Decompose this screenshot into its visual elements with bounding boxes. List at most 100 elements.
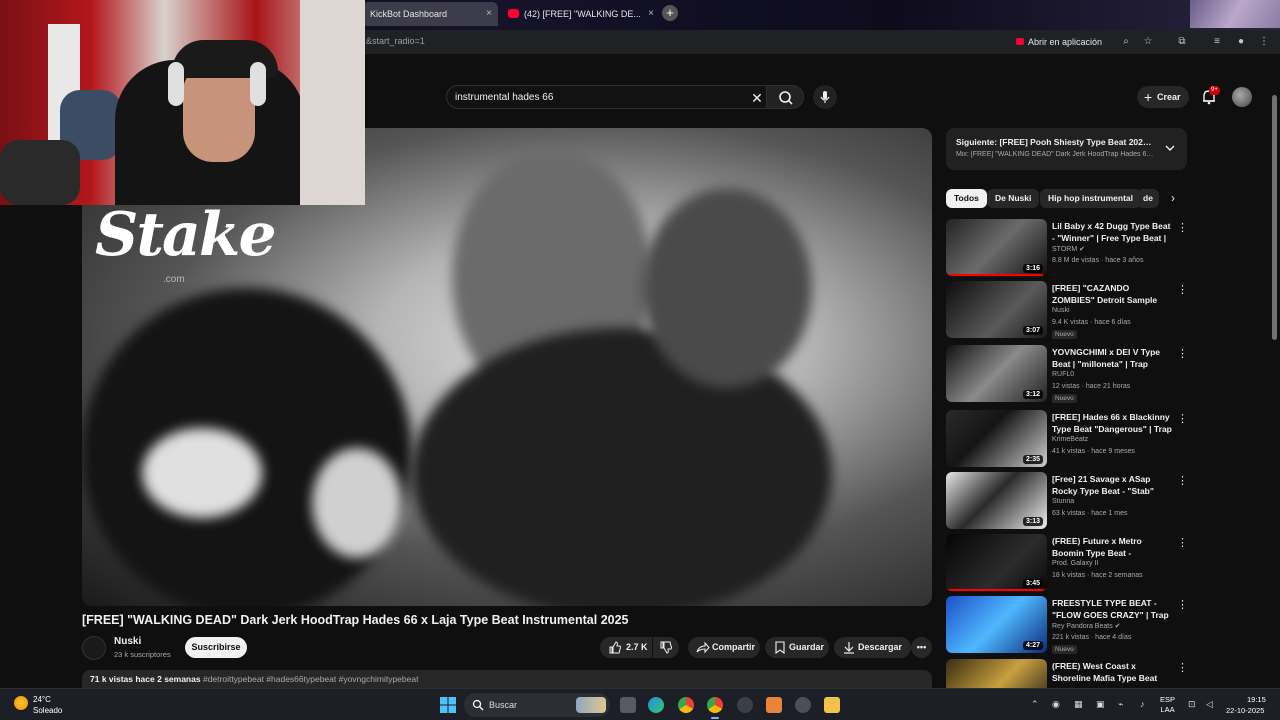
recommendation-channel[interactable]: RUFL0 bbox=[1052, 371, 1074, 378]
chevron-down-icon[interactable] bbox=[1164, 142, 1176, 154]
recommendation-item[interactable]: 3:12 YOVNGCHIMI x DEI V Type Beat | "mill… bbox=[946, 345, 1188, 403]
tray-microphone-icon[interactable]: ♪ bbox=[1140, 699, 1145, 709]
more-options-icon[interactable]: ⋮ bbox=[1177, 412, 1188, 425]
media-player-icon[interactable] bbox=[795, 697, 811, 713]
recommendation-channel[interactable]: KrimeBeatz bbox=[1052, 436, 1088, 443]
voice-search-button[interactable] bbox=[813, 85, 837, 109]
recommendation-thumbnail[interactable] bbox=[946, 659, 1047, 688]
tray-overflow-icon[interactable]: ⌃ bbox=[1031, 699, 1039, 710]
recommendation-item[interactable]: 2:35 [FREE] Hades 66 x Blackinny Type Bea… bbox=[946, 410, 1188, 468]
search-input[interactable]: instrumental hades 66 ✕ bbox=[446, 85, 774, 109]
account-avatar[interactable] bbox=[1232, 87, 1252, 107]
chip-todos[interactable]: Todos bbox=[946, 189, 987, 208]
sun-icon[interactable] bbox=[14, 696, 28, 710]
language-indicator[interactable]: ESP LAA bbox=[1160, 695, 1175, 715]
vlc-icon[interactable] bbox=[766, 697, 782, 713]
tab-close-icon[interactable]: × bbox=[486, 2, 492, 26]
recommendation-title[interactable]: [Free] 21 Savage x ASap Rocky Type Beat … bbox=[1052, 474, 1172, 497]
create-button[interactable]: + Crear bbox=[1137, 86, 1189, 108]
recommendation-thumbnail[interactable]: 3:12 bbox=[946, 345, 1047, 402]
more-options-icon[interactable]: ⋮ bbox=[1177, 283, 1188, 296]
recommendation-channel[interactable]: Rey Pandora Beats ✔ bbox=[1052, 622, 1121, 630]
more-options-icon[interactable]: ⋮ bbox=[1177, 536, 1188, 549]
chip-partial[interactable]: de bbox=[1137, 189, 1159, 208]
recommendation-title[interactable]: [FREE] "CAZANDO ZOMBIES" Detroit Sample … bbox=[1052, 283, 1172, 306]
clock-date[interactable]: 22-10-2025 bbox=[1226, 706, 1264, 715]
save-button[interactable]: Guardar bbox=[765, 637, 829, 658]
recommendation-title[interactable]: FREESTYLE TYPE BEAT - "FLOW GOES CRAZY" … bbox=[1052, 598, 1172, 621]
like-button[interactable]: 2.7 K bbox=[600, 637, 652, 658]
obs-icon[interactable] bbox=[737, 697, 753, 713]
search-button[interactable] bbox=[766, 85, 804, 109]
subscribe-button[interactable]: Suscribirse bbox=[185, 637, 247, 658]
profile-icon[interactable]: ● bbox=[1234, 35, 1248, 49]
zoom-icon[interactable]: ⌕ bbox=[1119, 35, 1133, 49]
chrome-icon[interactable] bbox=[678, 697, 694, 713]
recommendation-title[interactable]: YOVNGCHIMI x DEI V Type Beat | "millonet… bbox=[1052, 347, 1172, 370]
clear-search-icon[interactable]: ✕ bbox=[747, 88, 767, 108]
recommendation-thumbnail[interactable]: 3:45 bbox=[946, 534, 1047, 591]
download-button[interactable]: Descargar bbox=[834, 637, 911, 658]
more-options-icon[interactable]: ⋮ bbox=[1177, 661, 1188, 674]
dislike-button[interactable] bbox=[653, 637, 679, 658]
recommendation-item[interactable]: 4:27 FREESTYLE TYPE BEAT - "FLOW GOES CRA… bbox=[946, 596, 1188, 654]
new-tab-button[interactable]: + bbox=[662, 5, 678, 21]
weather-condition[interactable]: Soleado bbox=[33, 706, 62, 715]
file-explorer-icon[interactable] bbox=[824, 697, 840, 713]
description-box[interactable]: 71 k vistas hace 2 semanas #detroittypeb… bbox=[82, 670, 932, 688]
chrome-profile-icon[interactable] bbox=[707, 697, 723, 713]
recommendation-thumbnail[interactable]: 3:13 bbox=[946, 472, 1047, 529]
open-in-app-button[interactable]: Abrir en aplicación bbox=[1014, 34, 1102, 50]
more-options-icon[interactable]: ⋮ bbox=[1177, 221, 1188, 234]
browser-menu-icon[interactable]: ⋮ bbox=[1257, 35, 1271, 49]
media-controls-icon[interactable]: ≡ bbox=[1210, 35, 1224, 49]
extensions-icon[interactable]: ⧉ bbox=[1175, 35, 1189, 49]
recommendation-item[interactable]: 3:16 Lil Baby x 42 Dugg Type Beat - "Winn… bbox=[946, 219, 1188, 277]
page-scrollbar[interactable] bbox=[1272, 95, 1277, 340]
recommendation-channel[interactable]: Nuski bbox=[1052, 307, 1070, 314]
recommendation-title[interactable]: (FREE) West Coast x Shoreline Mafia Type… bbox=[1052, 661, 1172, 684]
recommendation-item[interactable]: 3:13 [Free] 21 Savage x ASap Rocky Type B… bbox=[946, 472, 1188, 530]
share-button[interactable]: Compartir bbox=[688, 637, 760, 658]
recommendation-thumbnail[interactable]: 2:35 bbox=[946, 410, 1047, 467]
network-icon[interactable]: ⊡ bbox=[1188, 699, 1196, 710]
tray-network-off-icon[interactable]: ⌁ bbox=[1118, 699, 1123, 710]
recommendation-thumbnail[interactable]: 4:27 bbox=[946, 596, 1047, 653]
clock-time[interactable]: 19:15 bbox=[1247, 695, 1266, 704]
bookmark-star-icon[interactable]: ☆ bbox=[1141, 35, 1155, 49]
chevron-right-icon[interactable]: › bbox=[1164, 189, 1182, 208]
volume-icon[interactable]: ◁ bbox=[1206, 699, 1213, 710]
channel-name[interactable]: Nuski bbox=[114, 636, 141, 647]
tab-close-icon[interactable]: × bbox=[648, 2, 654, 26]
recommendation-thumbnail[interactable]: 3:07 bbox=[946, 281, 1047, 338]
recommendation-channel[interactable]: Stunna bbox=[1052, 498, 1074, 505]
channel-avatar[interactable] bbox=[82, 636, 106, 660]
recommendation-title[interactable]: [FREE] Hades 66 x Blackinny Type Beat "D… bbox=[1052, 412, 1172, 435]
tray-app-icon[interactable]: ▣ bbox=[1096, 699, 1105, 710]
more-actions-button[interactable]: ••• bbox=[911, 637, 932, 658]
tray-discord-icon[interactable]: ◉ bbox=[1052, 699, 1060, 710]
tab-kickbot-dashboard[interactable]: KickBot Dashboard × bbox=[362, 2, 498, 26]
windows-start-icon[interactable] bbox=[440, 697, 456, 713]
recommendation-item[interactable]: 3:45 (FREE) Future x Metro Boomin Type Be… bbox=[946, 534, 1188, 592]
more-options-icon[interactable]: ⋮ bbox=[1177, 598, 1188, 611]
task-view-icon[interactable] bbox=[620, 697, 636, 713]
recommendation-title[interactable]: (FREE) Future x Metro Boomin Type Beat -… bbox=[1052, 536, 1172, 559]
recommendation-item[interactable]: (FREE) West Coast x Shoreline Mafia Type… bbox=[946, 659, 1188, 688]
url-field[interactable]: &start_radio=1 bbox=[366, 36, 425, 46]
recommendation-item[interactable]: 3:07 [FREE] "CAZANDO ZOMBIES" Detroit Sam… bbox=[946, 281, 1188, 339]
recommendation-channel[interactable]: Prod. Galaxy II bbox=[1052, 560, 1098, 567]
recommendation-channel[interactable]: STORM ✔ bbox=[1052, 245, 1085, 253]
tab-youtube-video[interactable]: (42) [FREE] "WALKING DE... × bbox=[504, 2, 660, 26]
chip-hip-hop-instrumental[interactable]: Hip hop instrumental bbox=[1040, 189, 1141, 208]
recommendation-thumbnail[interactable]: 3:16 bbox=[946, 219, 1047, 276]
description-hashtags[interactable]: #detroittypebeat #hades66typebeat #yovng… bbox=[203, 674, 419, 684]
taskbar-search[interactable]: Buscar bbox=[464, 693, 610, 717]
tray-app-icon[interactable]: ▦ bbox=[1074, 699, 1083, 710]
more-options-icon[interactable]: ⋮ bbox=[1177, 347, 1188, 360]
weather-temperature[interactable]: 24°C bbox=[33, 695, 51, 704]
up-next-panel[interactable]: Siguiente: [FREE] Pooh Shiesty Type Beat… bbox=[946, 128, 1187, 170]
recommendation-title[interactable]: Lil Baby x 42 Dugg Type Beat - "Winner" … bbox=[1052, 221, 1172, 244]
edge-browser-icon[interactable] bbox=[648, 697, 664, 713]
chip-de-nuski[interactable]: De Nuski bbox=[987, 189, 1040, 208]
